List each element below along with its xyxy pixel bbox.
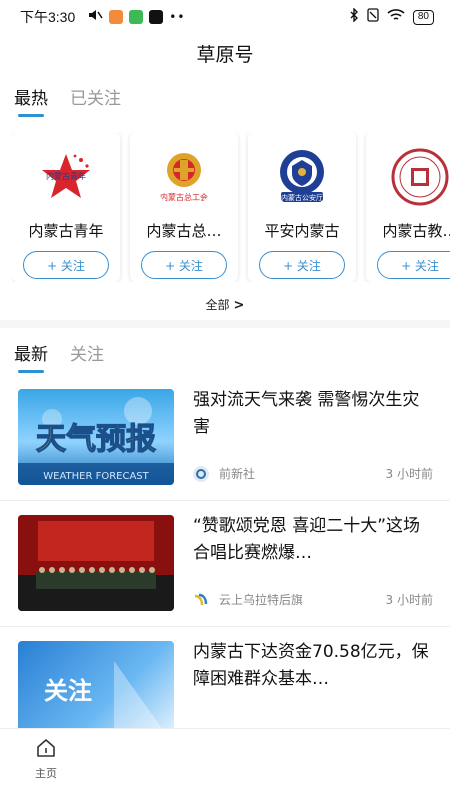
news-meta: 云上乌拉特后旗 3 小时前	[193, 591, 433, 608]
chevron-right-icon: >	[233, 298, 245, 313]
news-source: 前新社	[219, 467, 256, 481]
tiktok-icon	[149, 10, 164, 24]
news-title: 内蒙古下达资金70.58亿元，保障困难群众基本…	[193, 642, 429, 689]
news-source: 云上乌拉特后旗	[219, 593, 304, 607]
account-name: 平安内蒙古	[264, 222, 340, 240]
news-tabs: 最新 关注	[14, 340, 104, 373]
app-notification-icon	[109, 10, 124, 24]
news-time: 3 小时前	[385, 593, 433, 607]
education-seal-logo	[389, 146, 450, 208]
thumbnail-text: 关注	[44, 677, 92, 705]
tab-followed[interactable]: 已关注	[70, 84, 121, 109]
source-logo-icon	[193, 465, 209, 482]
account-card[interactable]: 内蒙古公安厅 平安内蒙古 + 关注	[248, 132, 356, 282]
more-notifications-icon: ••	[169, 10, 186, 24]
news-time: 3 小时前	[385, 467, 433, 481]
police-badge-logo: 内蒙古公安厅	[271, 146, 333, 208]
thumbnail-subtext: WEATHER FORECAST	[43, 471, 149, 482]
thumbnail-text: 天气预报	[36, 422, 156, 457]
follow-button[interactable]: + 关注	[377, 251, 450, 279]
tab-hottest[interactable]: 最热	[14, 84, 48, 117]
active-tab-indicator	[18, 114, 44, 117]
tab-latest[interactable]: 最新	[14, 340, 48, 373]
account-card[interactable]: 内蒙古教… + 关注	[366, 132, 450, 282]
account-name: 内蒙古总…	[146, 222, 222, 240]
mute-icon	[87, 8, 103, 26]
nav-home[interactable]: 主页	[26, 737, 66, 781]
wifi-icon	[387, 8, 405, 26]
news-meta: 前新社 3 小时前	[193, 465, 433, 482]
news-title: 强对流天气来袭 需警惕次生灾害	[193, 390, 420, 437]
tab-label: 已关注	[70, 89, 121, 109]
inner-mongolia-youth-logo: 内蒙古青年	[35, 146, 97, 208]
top-tabs: 最热 已关注	[14, 84, 121, 117]
trade-union-logo: 内蒙古总工会	[153, 146, 215, 208]
logo-text: 内蒙古总工会	[160, 192, 208, 202]
active-tab-indicator	[18, 370, 44, 373]
source-logo-icon	[193, 592, 209, 608]
news-thumbnail	[18, 515, 174, 611]
news-title: “赞歌颂党恩 喜迎二十大”这场合唱比赛燃爆…	[193, 516, 421, 563]
nav-home-label: 主页	[35, 767, 57, 780]
bluetooth-icon	[349, 7, 359, 26]
section-divider	[0, 320, 450, 328]
account-name: 内蒙古青年	[28, 222, 104, 240]
follow-button[interactable]: + 关注	[23, 251, 109, 279]
battery-icon: 80	[412, 9, 434, 25]
news-item[interactable]: 天气预报 WEATHER FORECAST 强对流天气来袭 需警惕次生灾害 前新…	[0, 375, 450, 501]
home-icon	[37, 739, 55, 757]
news-item[interactable]: “赞歌颂党恩 喜迎二十大”这场合唱比赛燃爆… 云上乌拉特后旗 3 小时前	[0, 501, 450, 627]
page-title: 草原号	[196, 44, 254, 66]
account-card[interactable]: 内蒙古总工会 内蒙古总… + 关注	[130, 132, 238, 282]
see-all-label: 全部	[205, 298, 230, 312]
tab-label: 关注	[70, 345, 104, 365]
status-bar: 下午3:30 •• 80	[0, 0, 450, 34]
tab-label: 最新	[14, 345, 48, 365]
account-carousel[interactable]: 内蒙古青年 内蒙古青年 + 关注 内蒙古总工会 内蒙古总… + 关注 内蒙古公安…	[12, 132, 450, 282]
see-all-link[interactable]: 全部 >	[0, 296, 450, 313]
tab-label: 最热	[14, 89, 48, 109]
account-card[interactable]: 内蒙古青年 内蒙古青年 + 关注	[12, 132, 120, 282]
follow-button[interactable]: + 关注	[259, 251, 345, 279]
no-sim-icon	[367, 8, 379, 26]
bottom-navigation: 主页	[0, 728, 450, 800]
news-thumbnail: 关注	[18, 641, 174, 737]
news-thumbnail: 天气预报 WEATHER FORECAST	[18, 389, 174, 485]
status-time: 下午3:30	[20, 9, 76, 25]
account-name: 内蒙古教…	[382, 222, 450, 240]
tab-following[interactable]: 关注	[70, 340, 104, 365]
logo-text: 内蒙古公安厅	[281, 193, 323, 202]
follow-button[interactable]: + 关注	[141, 251, 227, 279]
logo-text: 内蒙古青年	[46, 171, 86, 181]
app-notification-icon	[129, 10, 144, 24]
